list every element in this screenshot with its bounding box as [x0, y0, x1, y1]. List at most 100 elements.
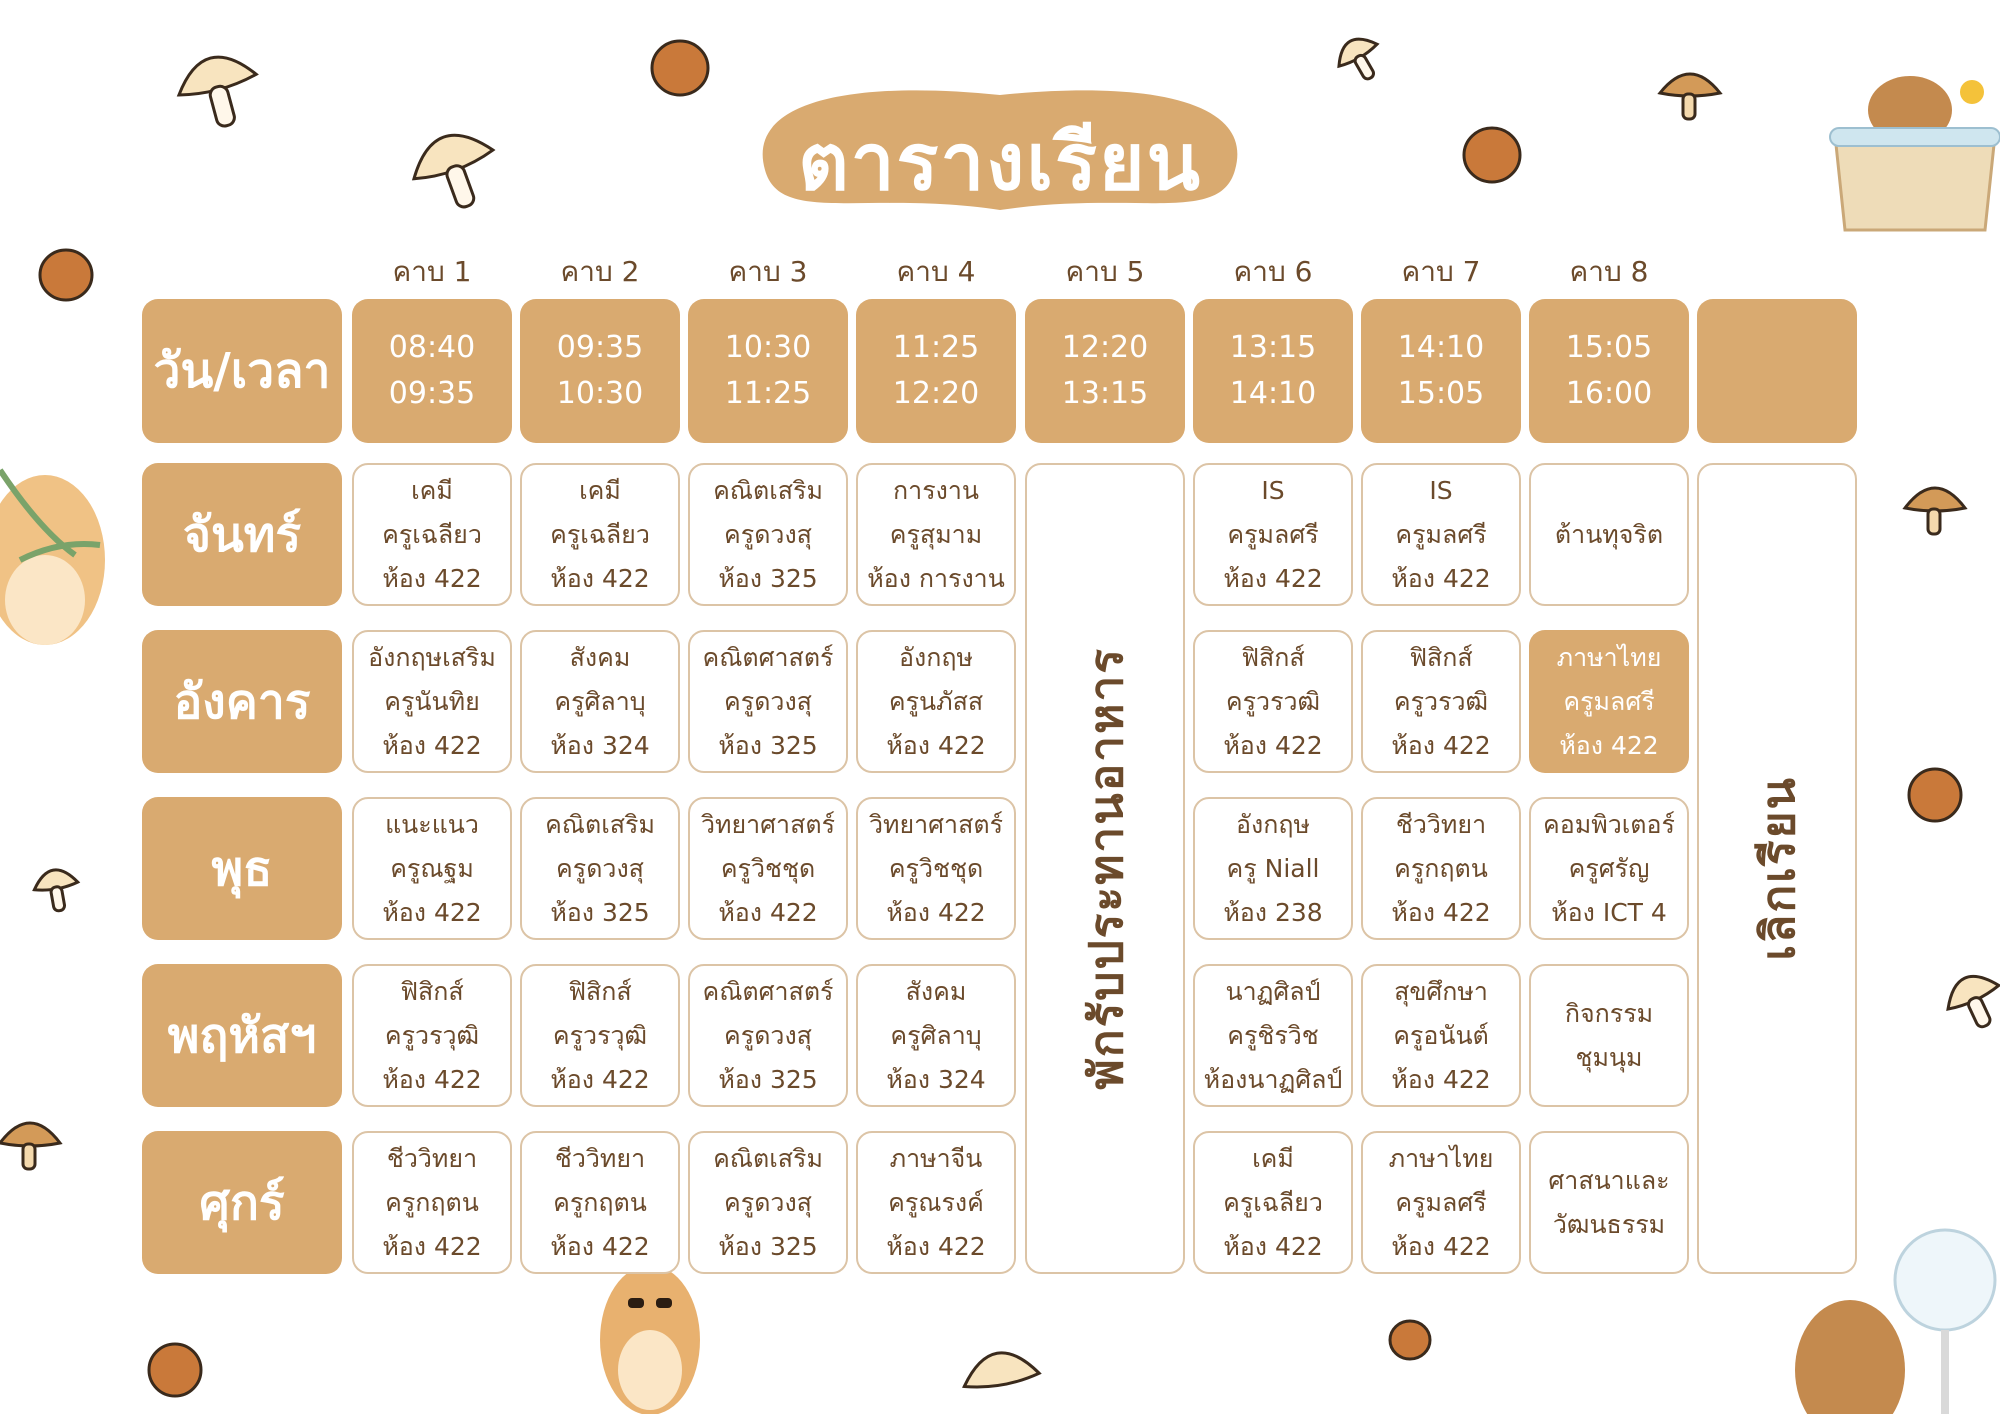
room-name: ห้อง 422: [1391, 1064, 1491, 1094]
subject-name: อังกฤษ: [899, 642, 973, 672]
time-start: 09:35: [556, 330, 644, 365]
teacher-name: ครูมลศรี: [1227, 519, 1319, 549]
room-name: ห้อง 422: [886, 1231, 986, 1261]
teacher-name: ครูมลศรี: [1395, 1187, 1487, 1217]
brown-mushroom-icon: [1902, 486, 1968, 536]
teacher-name: ครูดวงสุ: [724, 686, 812, 716]
period-label-2: คาบ 2: [560, 255, 640, 288]
class-cell: ศาสนาและ วัฒนธรรม: [1529, 1131, 1689, 1274]
header-empty-cell: [1697, 299, 1857, 443]
page-title: ตารางเรียน: [798, 118, 1202, 208]
class-cell: ชีววิทยา ครูกฤตน ห้อง 422: [1361, 797, 1521, 940]
day-label-5: ศุกร์: [142, 1131, 342, 1274]
room-name: ห้อง 324: [886, 1064, 986, 1094]
teacher-name: ครูวรวุฒิ: [552, 1020, 648, 1050]
class-cell: คณิตศาสตร์ครูดวงสุห้อง 325: [688, 630, 848, 773]
time-end: 11:25: [724, 376, 812, 411]
time-start: 11:25: [892, 330, 980, 365]
room-name: ห้อง 422: [1223, 563, 1323, 593]
teacher-name: ครูณรงค์: [888, 1187, 984, 1217]
room-name: ห้อง 422: [1223, 1231, 1323, 1261]
teacher-name: ครูดวงสุ: [724, 1020, 812, 1050]
teacher-name: ครูศรัญ: [1568, 853, 1650, 883]
room-name: ห้อง 422: [1391, 730, 1491, 760]
period-label-4: คาบ 4: [896, 255, 976, 288]
time-end: 15:05: [1397, 376, 1485, 411]
subject-name: ภาษาไทย: [1388, 1143, 1494, 1173]
subject-name: กิจกรรม: [1564, 998, 1654, 1028]
teacher-name: ครูศิลาบุ: [890, 1020, 982, 1050]
period-label-8: คาบ 8: [1569, 255, 1649, 288]
class-cell: IS ครูมลศรีห้อง 422: [1193, 463, 1353, 606]
teacher-name: ครูเฉลียว: [382, 519, 482, 549]
day-label-1: จันทร์: [142, 463, 342, 606]
room-name: ห้อง 422: [1391, 1231, 1491, 1261]
teacher-name: ชุมนุม: [1575, 1042, 1643, 1072]
subject-name: คณิตศาสตร์: [702, 976, 834, 1006]
subject-name: IS: [1261, 475, 1285, 505]
fan-icon: [1893, 1228, 1997, 1414]
teacher-name: ครูวิชชุด: [888, 853, 984, 883]
subject-name: ต้านทุจริต: [1554, 519, 1664, 549]
time-cell-period-1: 08:40 09:35: [352, 299, 512, 443]
brown-mushroom-icon: [1657, 72, 1723, 121]
period-label-1: คาบ 1: [392, 255, 472, 288]
class-cell: ภาษาไทยครูมลศรีห้อง 422: [1361, 1131, 1521, 1274]
teacher-name: ครูศิลาบุ: [554, 686, 646, 716]
subject-name: สังคม: [569, 642, 631, 672]
class-cell: ชีววิทยา ครูกฤตน ห้อง 422: [520, 1131, 680, 1274]
class-cell: คอมพิวเตอร์ ครูศรัญ ห้อง ICT 4: [1529, 797, 1689, 940]
time-end: 16:00: [1565, 376, 1653, 411]
class-cell: คณิตศาสตร์ ครูดวงสุ ห้อง 325: [688, 964, 848, 1107]
room-name: ห้องนาฏศิลป์: [1203, 1064, 1343, 1094]
subject-name: คณิตศาสตร์: [702, 642, 834, 672]
period-label-3: คาบ 3: [728, 255, 808, 288]
class-cell: อังกฤษครู Niall ห้อง 238: [1193, 797, 1353, 940]
period-label-7: คาบ 7: [1401, 255, 1481, 288]
class-cell: เคมี ครูเฉลียว ห้อง 422: [352, 463, 512, 606]
subject-name: อังกฤษ: [1236, 809, 1310, 839]
class-cell: ต้านทุจริต: [1529, 463, 1689, 606]
class-cell: ฟิสิกส์ ครูวรวฒิ ห้อง 422: [1193, 630, 1353, 773]
room-name: ห้อง 422: [886, 730, 986, 760]
teacher-name: ครู Niall: [1226, 853, 1320, 883]
room-name: ห้อง 325: [718, 730, 818, 760]
teacher-name: ครูกฤตน: [1394, 853, 1488, 883]
hamster-icon: [0, 468, 105, 645]
class-cell: สังคมครูศิลาบุห้อง 324: [520, 630, 680, 773]
room-name: ห้อง 324: [550, 730, 650, 760]
class-cell: กิจกรรมชุมนุม: [1529, 964, 1689, 1107]
time-start: 10:30: [724, 330, 812, 365]
room-name: ห้อง 422: [382, 897, 482, 927]
teacher-name: ครูดวงสุ: [724, 1187, 812, 1217]
room-name: ห้อง 422: [382, 563, 482, 593]
subject-name: ชีววิทยา: [386, 1143, 478, 1173]
room-name: ห้อง 422: [886, 897, 986, 927]
class-cell: เคมี ครูเฉลียว ห้อง 422: [520, 463, 680, 606]
room-name: ห้อง 422: [550, 1231, 650, 1261]
subject-name: คณิตเสริม: [545, 809, 655, 839]
dismissal-label: เลิกเรียน: [1750, 776, 1805, 961]
time-cell-period-5: 12:20 13:15: [1025, 299, 1185, 443]
teacher-name: ครูวรวฒิ: [1393, 686, 1489, 716]
subject-name: สังคม: [905, 976, 967, 1006]
room-name: ห้อง 238: [1223, 897, 1323, 927]
dismissal-column: เลิกเรียน: [1697, 463, 1857, 1274]
teacher-name: ครูนภัสส: [888, 686, 984, 716]
teacher-name: ครูสุมาม: [889, 519, 983, 549]
day-label-2: อังคาร: [142, 630, 342, 773]
teacher-name: ครูกฤตน: [385, 1187, 479, 1217]
teacher-name: ครูนันทิย: [384, 686, 480, 716]
room-name: ห้อง 422: [718, 897, 818, 927]
time-end: 10:30: [556, 376, 644, 411]
class-cell: วิทยาศาสตร์ ครูวิชชุด ห้อง 422: [688, 797, 848, 940]
room-name: ห้อง 325: [718, 563, 818, 593]
brown-mushroom-icon: [0, 1121, 63, 1171]
class-cell: คณิตเสริม ครูดวงสุ ห้อง 325: [688, 463, 848, 606]
time-cell-period-4: 11:25 12:20: [856, 299, 1016, 443]
class-cell: วิทยาศาสตร์ ครูวิชชุด ห้อง 422: [856, 797, 1016, 940]
class-cell: ฟิสิกส์ ครูวรวฒิ ห้อง 422: [1361, 630, 1521, 773]
mushroom-icon: [32, 868, 81, 913]
subject-name: คอมพิวเตอร์: [1543, 809, 1675, 839]
lunch-break-label: พักรับประทานอาหาร: [1078, 647, 1133, 1090]
